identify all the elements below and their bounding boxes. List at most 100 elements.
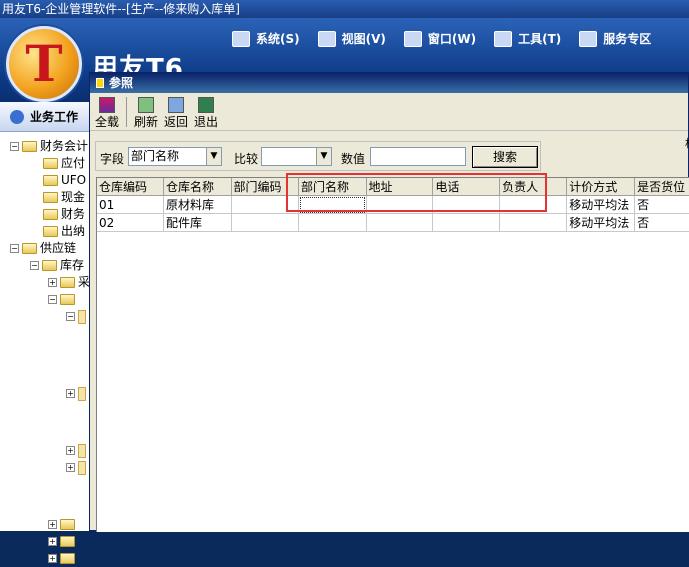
cell[interactable]: [366, 213, 434, 232]
tree-node-child-d[interactable]: +: [0, 385, 95, 402]
collapse-icon[interactable]: −: [66, 312, 75, 321]
chevron-down-icon[interactable]: ▼: [316, 148, 331, 165]
brand-logo-icon: T: [6, 26, 82, 102]
expand-icon[interactable]: +: [48, 537, 57, 546]
return-button[interactable]: 返回: [163, 97, 189, 129]
document-icon: [78, 386, 86, 401]
expand-icon[interactable]: +: [66, 463, 75, 472]
tree-node-supply-chain[interactable]: − 供应链: [0, 240, 95, 257]
field-select[interactable]: 部门名称 ▼: [128, 147, 222, 166]
tree-node-child-i[interactable]: +: [0, 550, 95, 567]
document-icon: [78, 443, 86, 458]
col-is-location[interactable]: 是否货位: [634, 178, 689, 196]
expand-icon[interactable]: +: [48, 278, 57, 287]
value-label: 数值: [341, 152, 366, 166]
compare-label: 比较: [234, 152, 259, 166]
business-work-tab[interactable]: 业务工作: [0, 102, 95, 132]
filter-bar: 字段 部门名称 ▼ 比较 ▼ 数值 搜索: [95, 141, 541, 171]
folder-icon: [43, 209, 58, 220]
chevron-down-icon[interactable]: ▼: [206, 148, 221, 165]
document-icon: [78, 460, 86, 475]
cell[interactable]: [231, 213, 300, 232]
menu-service[interactable]: 服务专区: [579, 30, 651, 47]
folder-icon: [43, 226, 58, 237]
tree-label: 财务会计: [40, 139, 89, 153]
window-icon: [403, 30, 422, 47]
cell[interactable]: 01: [97, 195, 165, 214]
col-warehouse-code[interactable]: 仓库编码: [97, 178, 165, 196]
tree-node-child-f[interactable]: +: [0, 459, 95, 476]
tree-label: 出纳: [61, 224, 86, 238]
tree-node-child-g[interactable]: +: [0, 516, 95, 533]
tree-node-child-e[interactable]: +: [0, 442, 95, 459]
tree-node-finance2[interactable]: 财务: [0, 206, 95, 223]
monitor-icon: [232, 30, 250, 47]
collapse-icon[interactable]: −: [10, 142, 19, 151]
user-icon: [579, 30, 598, 47]
button-label: 刷新: [133, 115, 158, 129]
cell[interactable]: [432, 213, 501, 232]
exit-icon: [198, 97, 214, 113]
tree-node-child-h[interactable]: +: [0, 533, 95, 550]
highlight-annotation-box: [286, 173, 547, 212]
refresh-button[interactable]: 刷新: [133, 97, 159, 129]
cell[interactable]: 配件库: [163, 213, 232, 232]
expand-icon[interactable]: +: [48, 520, 57, 529]
tree-node-finance[interactable]: − 财务会计: [0, 138, 95, 155]
tree-label: 财务: [61, 207, 86, 221]
tree-node-payable[interactable]: 应付: [0, 155, 95, 172]
folder-icon: [42, 260, 57, 271]
expand-icon[interactable]: +: [48, 554, 57, 563]
tree-node-cashier[interactable]: 出纳: [0, 223, 95, 240]
col-warehouse-name[interactable]: 仓库名称: [163, 178, 232, 196]
tree-node-cash[interactable]: 现金: [0, 189, 95, 206]
tree-label: 现金: [61, 190, 86, 204]
warehouse-grid: 仓库编码 仓库名称 部门编码 部门名称 地址 电话 负责人 计价方式 是否货位 …: [96, 177, 689, 532]
menu-window[interactable]: 窗口(W): [403, 30, 477, 47]
menu-system[interactable]: 系统(S): [232, 30, 300, 47]
menu-view[interactable]: 视图(V): [317, 30, 386, 47]
cell[interactable]: 移动平均法: [566, 195, 636, 214]
collapse-icon[interactable]: −: [30, 261, 39, 270]
load-all-button[interactable]: 全载: [94, 97, 120, 129]
cell[interactable]: 移动平均法: [566, 213, 636, 232]
menu-label: 服务专区: [603, 32, 652, 46]
cell[interactable]: 原材料库: [163, 195, 232, 214]
cell[interactable]: [298, 213, 367, 232]
cell[interactable]: [499, 213, 568, 232]
tree-node-child-a[interactable]: + 采: [0, 274, 95, 291]
button-label: 退出: [193, 115, 218, 129]
menu-label: 窗口(W): [427, 32, 477, 46]
menu-label: 视图(V): [341, 32, 386, 46]
folder-icon: [60, 536, 75, 547]
field-select-value: 部门名称: [131, 149, 180, 163]
col-pricing-method[interactable]: 计价方式: [566, 178, 636, 196]
app-title-bar: 用友T6-企业管理软件--[生产--修来购入库单]: [0, 0, 689, 18]
search-button[interactable]: 搜索: [472, 146, 538, 168]
cell[interactable]: 否: [634, 213, 689, 232]
tree-node-child-c[interactable]: −: [0, 308, 95, 325]
compare-select[interactable]: ▼: [261, 147, 332, 166]
grid-icon: [317, 30, 336, 47]
panel-title: 业务工作: [30, 110, 79, 124]
cell[interactable]: 否: [634, 195, 689, 214]
cell[interactable]: 02: [97, 213, 165, 232]
main-menu: 系统(S) 视图(V) 窗口(W) 工具(T) 服务专区: [232, 30, 669, 47]
folder-icon: [22, 243, 37, 254]
collapse-icon[interactable]: −: [48, 295, 57, 304]
button-label: 全载: [94, 115, 119, 129]
exit-button[interactable]: 退出: [193, 97, 219, 129]
tree-node-child-b[interactable]: −: [0, 291, 95, 308]
dialog-title: 参照: [109, 76, 134, 90]
collapse-icon[interactable]: −: [10, 244, 19, 253]
tree-node-ufo[interactable]: UFO: [0, 172, 95, 189]
menu-tools[interactable]: 工具(T): [494, 30, 561, 47]
value-input[interactable]: [370, 147, 466, 166]
table-row[interactable]: 02 配件库 移动平均法 否: [97, 213, 689, 232]
expand-icon[interactable]: +: [66, 389, 75, 398]
expand-icon[interactable]: +: [66, 446, 75, 455]
return-icon: [168, 97, 184, 113]
tree-node-inventory[interactable]: − 库存: [0, 257, 95, 274]
business-work-panel: 业务工作 − 财务会计 应付 UFO 现金 财务 出纳 − 供应链 − 库存 + 采 −…: [0, 102, 96, 564]
folder-icon: [43, 192, 58, 203]
